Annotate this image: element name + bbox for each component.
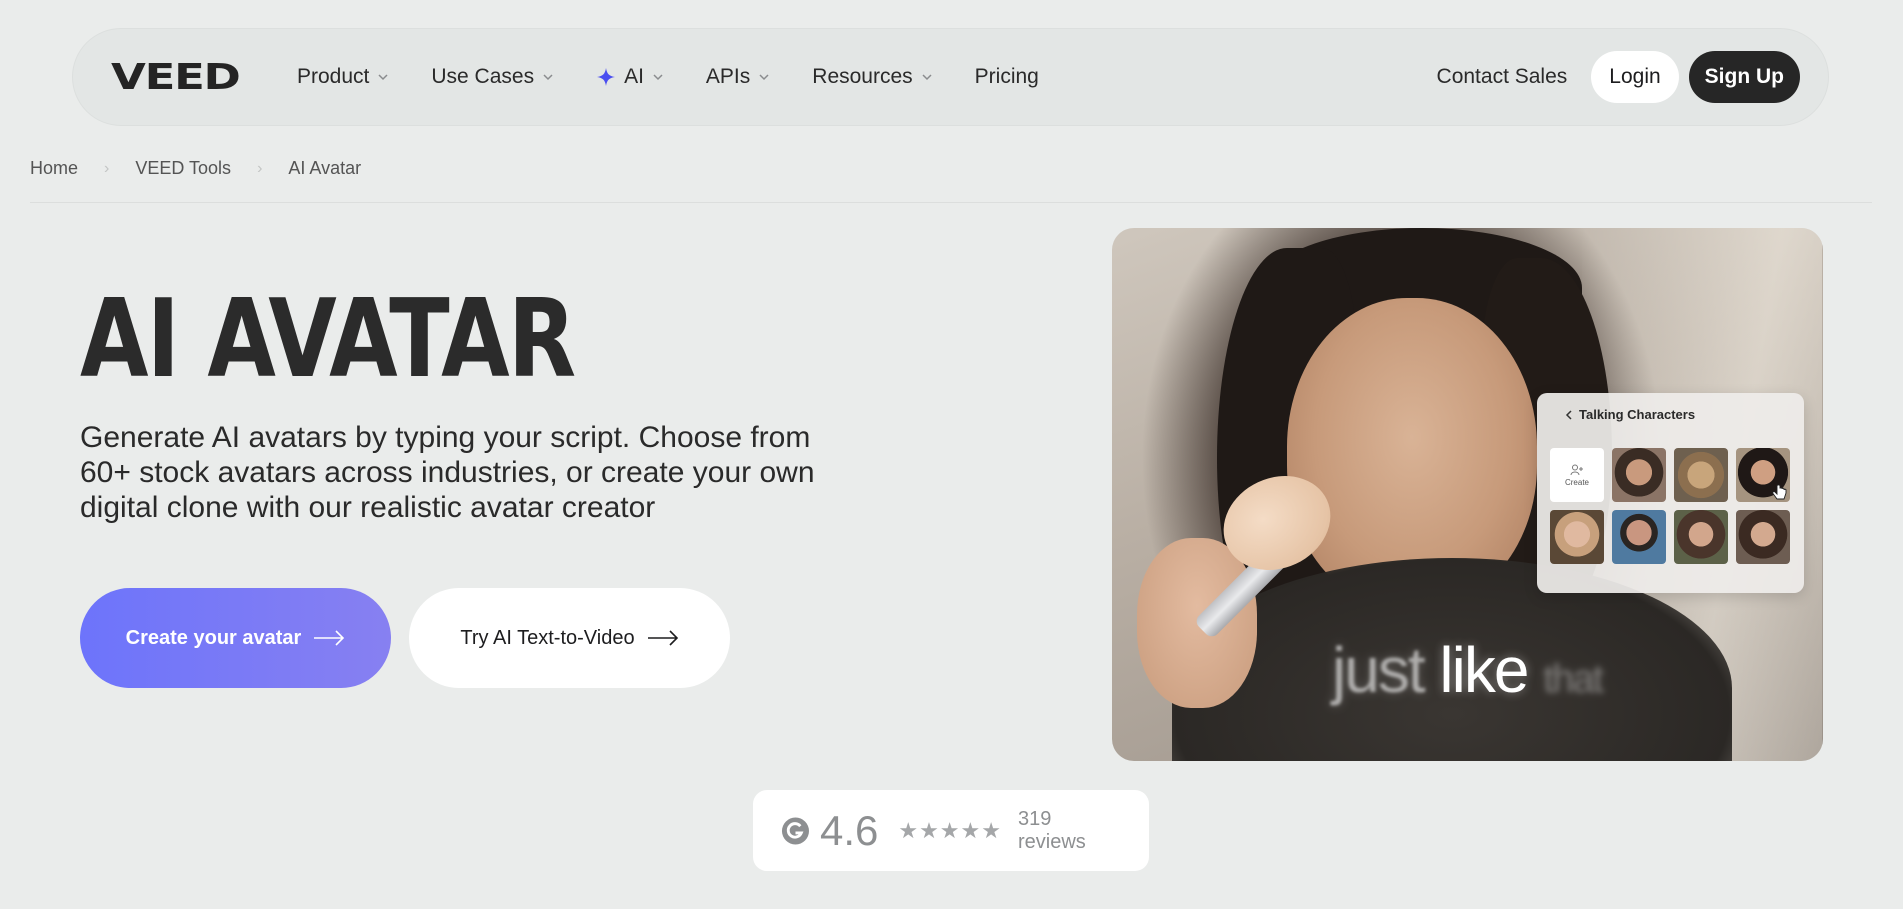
avatar-thumbnail[interactable] — [1550, 510, 1604, 564]
avatar-thumbnail[interactable] — [1612, 510, 1666, 564]
video-caption: just like that — [1332, 633, 1604, 707]
create-avatar-label: Create your avatar — [125, 626, 302, 649]
add-user-icon — [1570, 464, 1583, 475]
hand-cursor-icon — [1772, 484, 1787, 500]
caption-faded-word: just — [1332, 634, 1426, 706]
avatar-thumbnail[interactable] — [1612, 448, 1666, 502]
breadcrumb: Home › VEED Tools › AI Avatar — [30, 158, 361, 179]
chevron-right-icon: › — [104, 159, 110, 177]
text-to-video-label: Try AI Text-to-Video — [460, 626, 635, 649]
panel-title: Talking Characters — [1579, 407, 1696, 422]
nav-item-resources[interactable]: Resources — [812, 65, 932, 89]
nav-item-label: AI — [624, 65, 644, 88]
nav-item-pricing[interactable]: Pricing — [975, 65, 1039, 89]
panel-header[interactable]: Talking Characters — [1565, 407, 1792, 422]
caption-current-word: like — [1439, 634, 1529, 706]
hero-video[interactable]: just like that Talking Characters Create — [1112, 228, 1823, 761]
breadcrumb-divider — [30, 202, 1872, 203]
nav-item-product[interactable]: Product — [297, 65, 389, 89]
avatar-thumbnail[interactable] — [1674, 510, 1728, 564]
nav-item-apis[interactable]: APIs — [706, 65, 770, 89]
rating-score: 4.6 — [819, 806, 879, 854]
caption-faded-word: that — [1543, 657, 1604, 701]
arrow-right-icon — [647, 630, 678, 646]
contact-sales-link[interactable]: Contact Sales — [1437, 65, 1568, 89]
chevron-down-icon — [922, 74, 932, 81]
talking-characters-panel: Talking Characters Create — [1537, 393, 1804, 593]
avatar-grid: Create — [1550, 448, 1792, 564]
nav-item-ai[interactable]: AI — [596, 65, 664, 89]
top-nav: VEED Product Use Cases AI APIs Resources… — [72, 28, 1829, 126]
avatar-thumbnail[interactable] — [1736, 510, 1790, 564]
logo-container[interactable]: VEED — [111, 57, 297, 98]
star-rating: ★★★★★ — [898, 817, 1002, 843]
nav-item-label: Pricing — [974, 65, 1039, 88]
sparkle-icon — [597, 68, 616, 86]
veed-logo[interactable]: VEED — [111, 57, 241, 98]
breadcrumb-veed-tools[interactable]: VEED Tools — [135, 158, 231, 179]
nav-item-label: APIs — [705, 65, 751, 88]
nav-item-label: Product — [297, 65, 370, 88]
chevron-down-icon — [653, 74, 663, 81]
chevron-down-icon — [543, 74, 553, 81]
hero-subtitle: Generate AI avatars by typing your scrip… — [80, 421, 815, 524]
nav-item-use-cases[interactable]: Use Cases — [431, 65, 554, 89]
avatar-thumbnail[interactable] — [1674, 448, 1728, 502]
breadcrumb-home[interactable]: Home — [30, 158, 78, 179]
text-to-video-button[interactable]: Try AI Text-to-Video — [409, 588, 730, 688]
nav-item-label: Resources — [812, 65, 913, 88]
nav-item-label: Use Cases — [431, 65, 535, 88]
create-label: Create — [1564, 477, 1589, 487]
g2-logo-icon — [781, 816, 810, 845]
chevron-left-icon — [1565, 409, 1572, 420]
avatar-thumbnail[interactable] — [1736, 448, 1790, 502]
chevron-down-icon — [378, 74, 388, 81]
create-avatar-button[interactable]: Create your avatar — [80, 588, 391, 688]
chevron-down-icon — [759, 74, 769, 81]
chevron-right-icon: › — [257, 159, 263, 177]
breadcrumb-ai-avatar: AI Avatar — [288, 158, 362, 178]
login-button[interactable]: Login — [1591, 51, 1679, 103]
page-title: AI AVATAR — [80, 277, 576, 402]
rating-badge[interactable]: 4.6 ★★★★★ 319 reviews — [753, 790, 1149, 871]
signup-button[interactable]: Sign Up — [1688, 51, 1800, 103]
arrow-right-icon — [314, 630, 345, 646]
review-count: 319 reviews — [1017, 807, 1086, 853]
create-avatar-tile[interactable]: Create — [1550, 448, 1604, 502]
